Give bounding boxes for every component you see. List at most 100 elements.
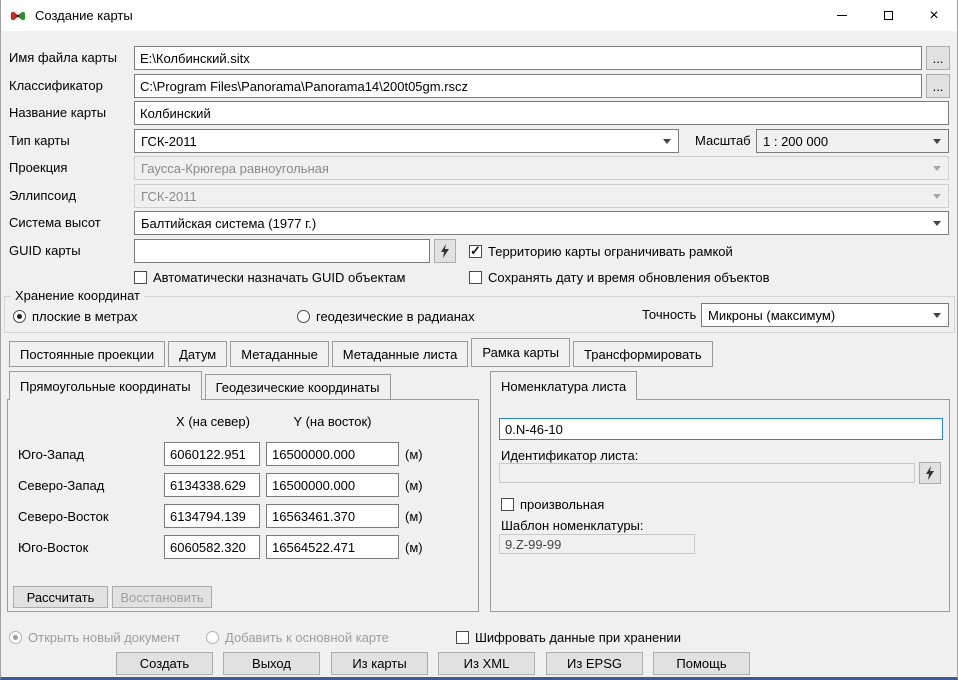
maximize-button[interactable] <box>865 0 911 31</box>
coordinate-storage-legend: Хранение координат <box>11 288 144 303</box>
save-datetime-checkbox[interactable]: Сохранять дату и время обновления объект… <box>469 269 770 285</box>
encrypt-checkbox-box <box>456 631 469 644</box>
template-input <box>499 534 695 554</box>
map-type-value: ГСК-2011 <box>141 134 197 149</box>
open-new-document-radio-dot <box>9 631 22 644</box>
maximize-icon <box>884 11 893 20</box>
tab-permanent-projections[interactable]: Постоянные проекции <box>9 341 165 367</box>
map-type-combo[interactable]: ГСК-2011 <box>134 129 679 153</box>
auto-guid-checkbox-box <box>134 271 147 284</box>
ne-label: Северо-Восток <box>18 509 109 524</box>
sheet-id-label: Идентификатор листа: <box>501 448 638 463</box>
add-to-main-map-radio-label: Добавить к основной карте <box>225 630 389 645</box>
exit-button[interactable]: Выход <box>223 652 320 675</box>
nomenclature-panel: Идентификатор листа: произвольная Шаблон… <box>490 399 950 612</box>
classifier-browse-button[interactable]: ... <box>926 74 950 98</box>
calculate-button[interactable]: Рассчитать <box>13 586 108 608</box>
arbitrary-checkbox-box <box>501 498 514 511</box>
app-icon <box>10 8 26 24</box>
lightning-icon <box>440 244 450 258</box>
tab-sheet-metadata[interactable]: Метаданные листа <box>332 341 469 367</box>
precision-label: Точность <box>642 303 696 327</box>
titlebar: Создание карты × <box>1 0 957 31</box>
window-controls: × <box>819 0 957 31</box>
auto-guid-checkbox[interactable]: Автоматически назначать GUID объектам <box>134 269 405 285</box>
nw-y-input[interactable] <box>266 473 399 497</box>
help-button[interactable]: Помощь <box>653 652 750 675</box>
ne-x-input[interactable] <box>164 504 260 528</box>
nw-unit: (м) <box>405 478 423 493</box>
guid-label: GUID карты <box>9 239 81 263</box>
minimize-button[interactable] <box>819 0 865 31</box>
minimize-icon <box>837 15 847 16</box>
sw-x-input[interactable] <box>164 442 260 466</box>
tab-metadata[interactable]: Метаданные <box>230 341 329 367</box>
from-map-button[interactable]: Из карты <box>331 652 428 675</box>
rect-coords-panel: X (на север) Y (на восток) Юго-Запад (м)… <box>7 399 479 612</box>
precision-combo[interactable]: Микроны (максимум) <box>701 303 949 327</box>
se-x-input[interactable] <box>164 535 260 559</box>
height-system-combo[interactable]: Балтийская система (1977 г.) <box>134 211 949 235</box>
nomenclature-input[interactable] <box>499 418 943 440</box>
add-to-main-map-radio: Добавить к основной карте <box>206 629 389 645</box>
y-column-header: Y (на восток) <box>266 414 399 429</box>
classifier-label: Классификатор <box>9 74 103 98</box>
file-browse-button[interactable]: ... <box>926 46 950 70</box>
x-column-header: X (на север) <box>158 414 268 429</box>
ellipsoid-value: ГСК-2011 <box>141 189 197 204</box>
close-button[interactable]: × <box>911 0 957 31</box>
tab-sheet-nomenclature[interactable]: Номенклатура листа <box>490 371 637 400</box>
tab-map-frame[interactable]: Рамка карты <box>471 338 570 367</box>
arbitrary-checkbox-label: произвольная <box>520 497 604 512</box>
nw-label: Северо-Запад <box>18 478 104 493</box>
save-datetime-checkbox-box <box>469 271 482 284</box>
template-label: Шаблон номенклатуры: <box>501 518 644 533</box>
tab-datum[interactable]: Датум <box>168 341 227 367</box>
generate-guid-button[interactable] <box>434 239 456 263</box>
lightning-icon <box>925 466 935 480</box>
scale-value: 1 : 200 000 <box>763 134 828 149</box>
scale-combo[interactable]: 1 : 200 000 <box>756 129 949 153</box>
from-xml-button[interactable]: Из XML <box>438 652 535 675</box>
frame-checkbox[interactable]: Территорию карты ограничивать рамкой <box>469 243 733 259</box>
scale-label: Масштаб <box>695 129 751 153</box>
sw-y-input[interactable] <box>266 442 399 466</box>
open-new-document-radio: Открыть новый документ <box>9 629 181 645</box>
auto-guid-checkbox-label: Автоматически назначать GUID объектам <box>153 270 405 285</box>
geodesic-radians-radio[interactable]: геодезические в радианах <box>297 308 475 324</box>
projection-label: Проекция <box>9 156 67 180</box>
flat-meters-radio-label: плоские в метрах <box>32 309 137 324</box>
coordinate-subtabs: Прямоугольные координаты Геодезические к… <box>9 371 391 400</box>
map-type-label: Тип карты <box>9 129 70 153</box>
arbitrary-checkbox[interactable]: произвольная <box>501 496 604 512</box>
create-button[interactable]: Создать <box>116 652 213 675</box>
projection-combo: Гаусса-Крюгера равноугольная <box>134 156 949 180</box>
tab-transform[interactable]: Трансформировать <box>573 341 713 367</box>
window-title: Создание карты <box>35 8 133 23</box>
guid-input[interactable] <box>134 239 430 263</box>
open-new-document-radio-label: Открыть новый документ <box>28 630 181 645</box>
nw-x-input[interactable] <box>164 473 260 497</box>
generate-sheet-id-button[interactable] <box>919 462 941 484</box>
subtab-geo-coords[interactable]: Геодезические координаты <box>205 374 391 400</box>
se-y-input[interactable] <box>266 535 399 559</box>
sw-label: Юго-Запад <box>18 447 84 462</box>
projection-value: Гаусса-Крюгера равноугольная <box>141 161 329 176</box>
file-name-input[interactable] <box>134 46 922 70</box>
subtab-rect-coords[interactable]: Прямоугольные координаты <box>9 371 202 400</box>
map-name-input[interactable] <box>134 101 949 125</box>
encrypt-checkbox-label: Шифровать данные при хранении <box>475 630 681 645</box>
geodesic-radians-radio-label: геодезические в радианах <box>316 309 475 324</box>
ne-y-input[interactable] <box>266 504 399 528</box>
from-epsg-button[interactable]: Из EPSG <box>546 652 643 675</box>
se-unit: (м) <box>405 540 423 555</box>
file-name-label: Имя файла карты <box>9 46 117 70</box>
classifier-input[interactable] <box>134 74 922 98</box>
main-tabs: Постоянные проекции Датум Метаданные Мет… <box>9 338 713 367</box>
encrypt-checkbox[interactable]: Шифровать данные при хранении <box>456 629 681 645</box>
flat-meters-radio[interactable]: плоские в метрах <box>13 308 137 324</box>
frame-checkbox-label: Территорию карты ограничивать рамкой <box>488 244 733 259</box>
add-to-main-map-radio-dot <box>206 631 219 644</box>
geodesic-radians-radio-dot <box>297 310 310 323</box>
save-datetime-checkbox-label: Сохранять дату и время обновления объект… <box>488 270 770 285</box>
